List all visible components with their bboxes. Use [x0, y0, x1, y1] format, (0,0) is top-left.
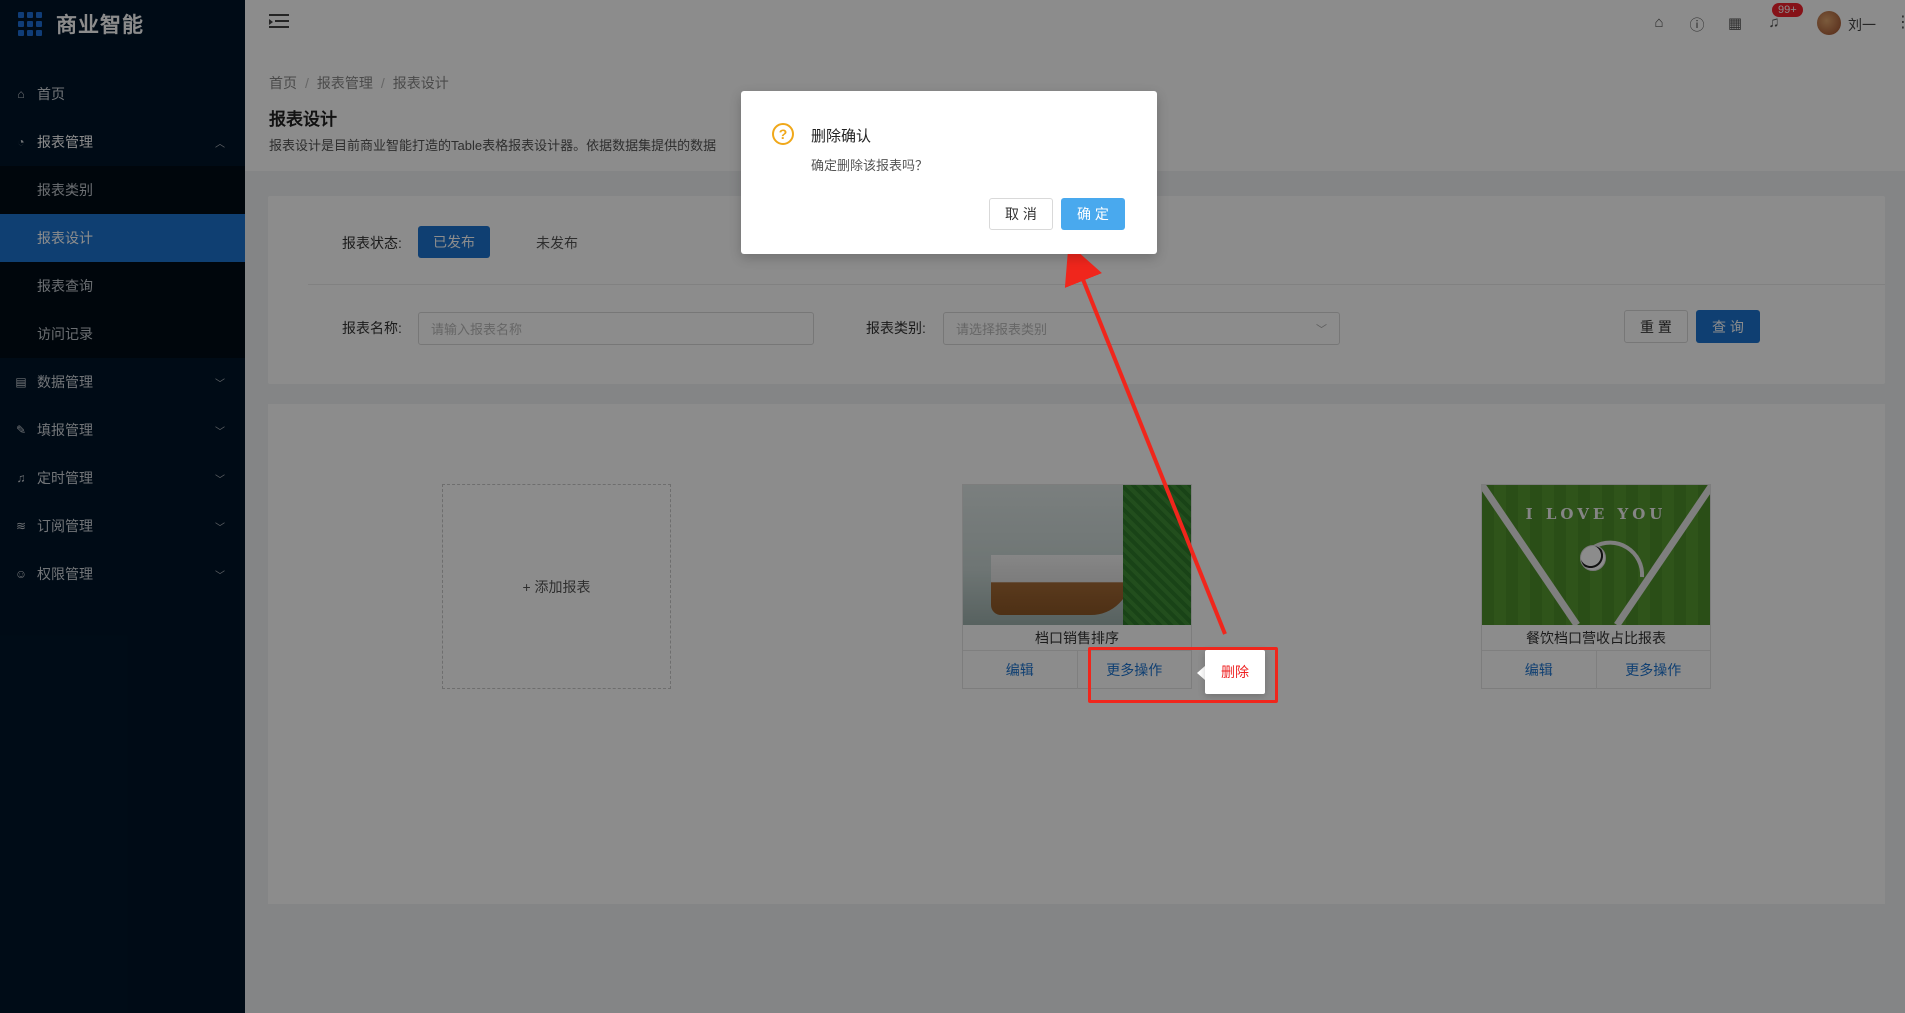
dialog-message: 确定删除该报表吗？: [811, 158, 929, 173]
dialog-title: 删除确认: [811, 128, 872, 145]
delete-confirm-dialog: ? 删除确认 确定删除该报表吗？ 取 消 确 定: [741, 91, 1157, 254]
annotation-highlight-box: [1088, 647, 1278, 703]
question-icon: ?: [772, 123, 794, 145]
confirm-button[interactable]: 确 定: [1061, 198, 1125, 230]
cancel-button[interactable]: 取 消: [989, 198, 1053, 230]
